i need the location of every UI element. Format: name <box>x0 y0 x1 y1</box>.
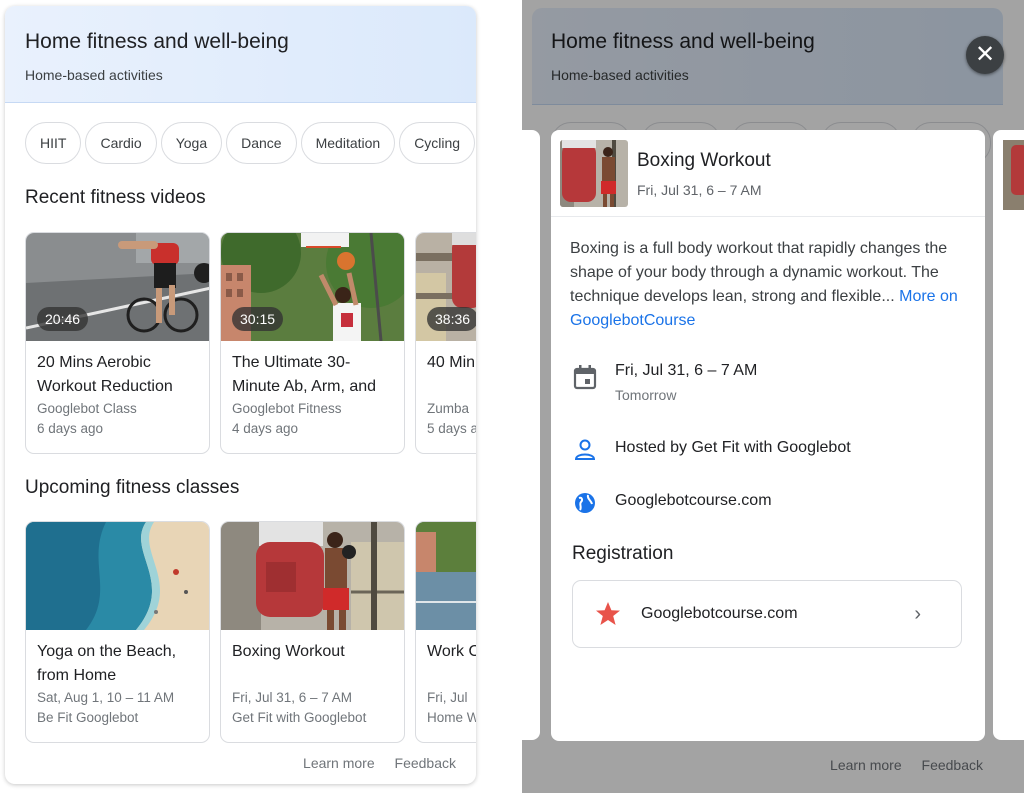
filter-chips: HIIT Cardio Yoga Dance Meditation Cycling <box>25 122 476 166</box>
event-host: Hosted by Get Fit with Googlebot <box>615 439 851 456</box>
event-thumbnail <box>560 140 628 207</box>
video-title: 20 Mins Aerobic Workout Reduction <box>37 354 173 395</box>
event-detail-card: Boxing Workout Fri, Jul 31, 6 – 7 AM Box… <box>551 130 985 741</box>
event-date: Fri, Jul 31, 6 – 7 AM <box>615 362 758 379</box>
video-age: 4 days ago <box>232 421 299 436</box>
video-title: 40 Min <box>427 354 476 371</box>
fitness-panel: Home fitness and well-being Home-based a… <box>5 6 476 784</box>
chip-yoga[interactable]: Yoga <box>160 122 223 164</box>
event-date-relative: Tomorrow <box>615 387 677 403</box>
next-card-peek[interactable] <box>993 130 1024 740</box>
person-icon <box>574 439 596 460</box>
video-card[interactable]: 38:36 40 Min Zumba 5 days a <box>415 232 476 454</box>
event-title: Boxing Workout <box>637 150 771 171</box>
upcoming-classes-title: Upcoming fitness classes <box>25 477 240 498</box>
video-duration: 30:15 <box>232 307 284 331</box>
recent-videos-row: 20:46 20 Mins Aerobic Workout Reduction … <box>25 232 476 458</box>
video-channel: Googlebot Class <box>37 401 137 416</box>
class-time: Fri, Jul 31, 6 – 7 AM <box>232 690 353 705</box>
class-host: Get Fit with Googlebot <box>232 710 367 725</box>
event-description-text: Boxing is a full body workout that rapid… <box>570 240 948 305</box>
event-description: Boxing is a full body workout that rapid… <box>570 237 970 333</box>
close-icon: ✕ <box>974 41 996 68</box>
class-card[interactable]: Boxing Workout Fri, Jul 31, 6 – 7 AM Get… <box>220 521 405 743</box>
class-card[interactable]: Work O Home Fri, Jul Home W <box>415 521 476 743</box>
panel-header: Home fitness and well-being Home-based a… <box>5 6 476 103</box>
calendar-icon <box>573 365 597 390</box>
close-button[interactable]: ✕ <box>966 36 1004 74</box>
class-thumbnail <box>416 522 476 630</box>
class-host: Be Fit Googlebot <box>37 710 139 725</box>
class-title: Work O Home <box>427 643 476 660</box>
video-channel: Googlebot Fitness <box>232 401 342 416</box>
class-thumbnail <box>26 522 209 630</box>
class-card[interactable]: Yoga on the Beach, from Home Sat, Aug 1,… <box>25 521 210 743</box>
video-thumbnail: 30:15 <box>221 233 404 341</box>
class-time: Sat, Aug 1, 10 – 11 AM <box>37 690 175 705</box>
event-time: Fri, Jul 31, 6 – 7 AM <box>637 182 762 198</box>
divider <box>551 216 985 217</box>
class-title: Yoga on the Beach, from Home <box>37 643 177 684</box>
upcoming-classes-row: Yoga on the Beach, from Home Sat, Aug 1,… <box>25 521 476 747</box>
chip-cycling[interactable]: Cycling <box>399 122 476 164</box>
video-age: 5 days a <box>427 421 476 436</box>
chip-dance[interactable]: Dance <box>226 122 297 164</box>
learn-more-link[interactable]: Learn more <box>303 755 375 771</box>
page-title: Home fitness and well-being <box>25 30 289 53</box>
registration-button[interactable]: Googlebotcourse.com › <box>572 580 962 648</box>
video-card[interactable]: 30:15 The Ultimate 30-Minute Ab, Arm, an… <box>220 232 405 454</box>
class-thumbnail <box>221 522 404 630</box>
event-website[interactable]: Googlebotcourse.com <box>615 492 772 510</box>
video-duration: 20:46 <box>37 307 89 331</box>
panel-footer: Learn more Feedback <box>287 755 456 771</box>
video-title: The Ultimate 30-Minute Ab, Arm, and <box>232 354 377 395</box>
class-title: Boxing Workout <box>232 643 345 660</box>
video-thumbnail: 38:36 <box>416 233 476 341</box>
chevron-right-icon: › <box>914 603 921 625</box>
previous-card-peek[interactable] <box>522 130 540 740</box>
chip-meditation[interactable]: Meditation <box>300 122 396 164</box>
video-thumbnail: 20:46 <box>26 233 209 341</box>
page-subtitle: Home-based activities <box>25 67 163 83</box>
chip-hiit[interactable]: HIIT <box>25 122 82 164</box>
chip-cardio[interactable]: Cardio <box>85 122 157 164</box>
video-channel: Zumba <box>427 401 470 416</box>
video-age: 6 days ago <box>37 421 104 436</box>
video-duration: 38:36 <box>427 307 476 331</box>
video-card[interactable]: 20:46 20 Mins Aerobic Workout Reduction … <box>25 232 210 454</box>
star-icon <box>596 602 620 625</box>
recent-videos-title: Recent fitness videos <box>25 187 206 208</box>
registration-link: Googlebotcourse.com <box>641 605 798 622</box>
class-host: Home W <box>427 710 476 725</box>
globe-icon <box>575 493 595 513</box>
registration-title: Registration <box>572 543 674 564</box>
class-time: Fri, Jul <box>427 690 468 705</box>
feedback-link[interactable]: Feedback <box>395 755 456 771</box>
detail-view: Home fitness and well-being Home-based a… <box>522 0 1024 793</box>
